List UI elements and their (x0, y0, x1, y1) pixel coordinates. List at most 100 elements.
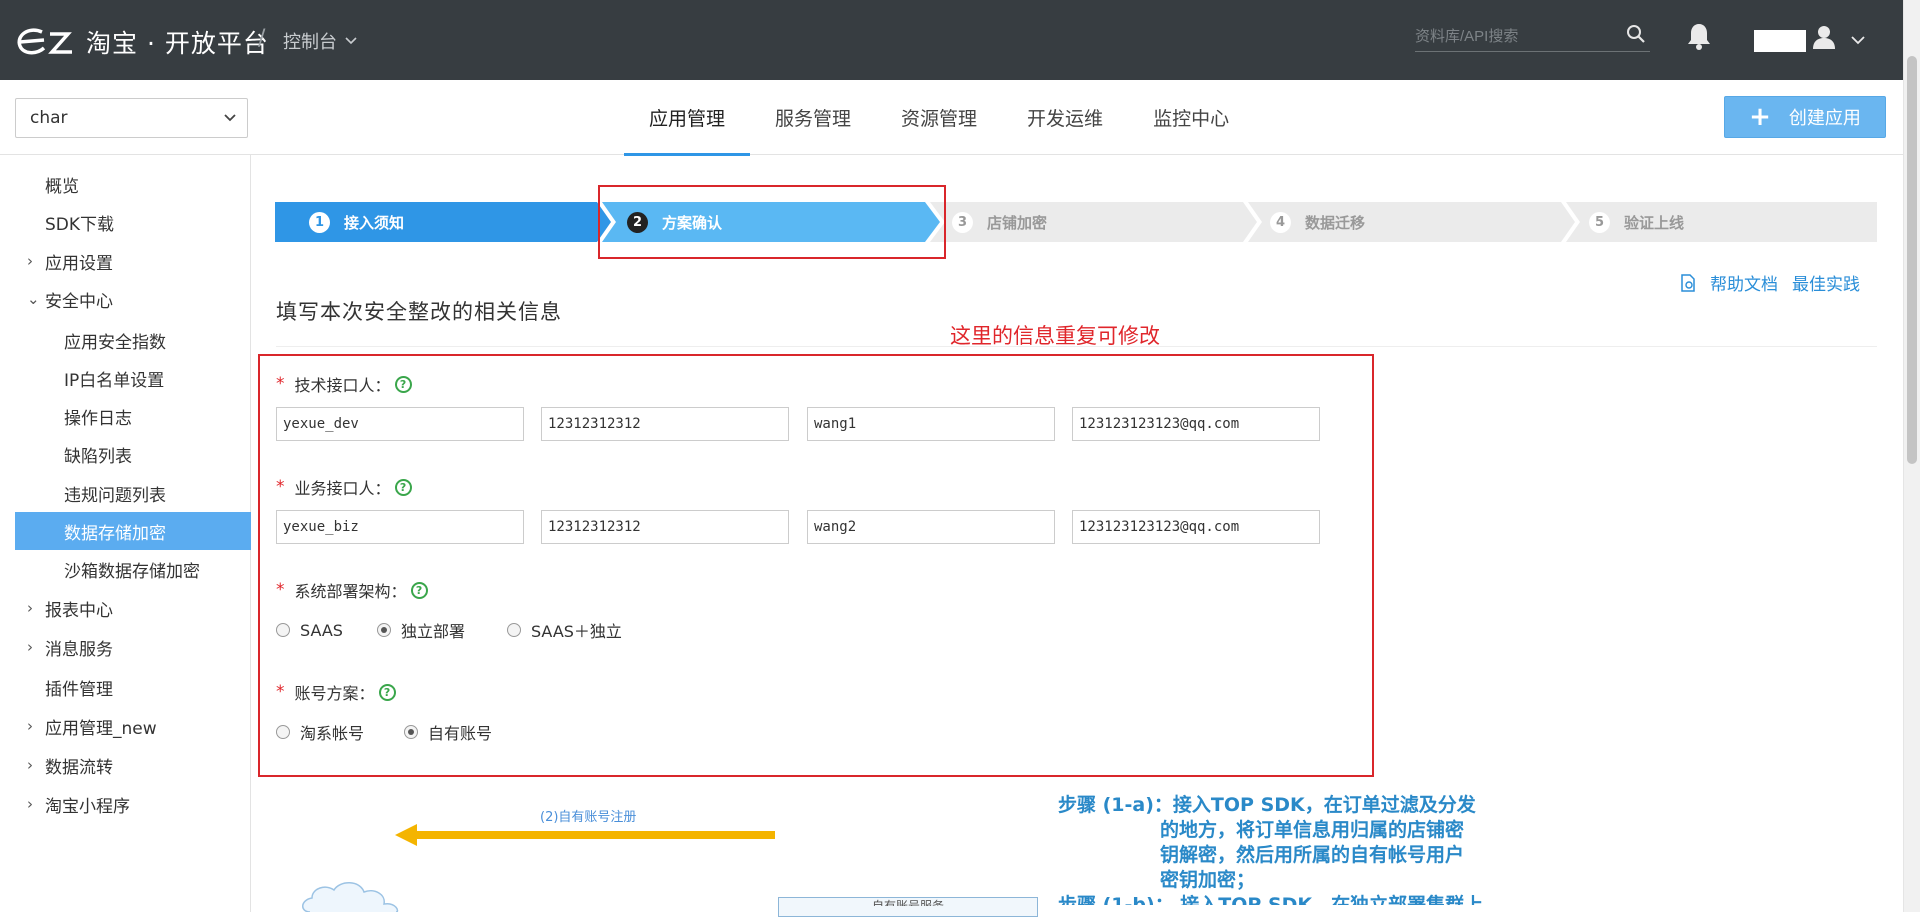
account-plan-radio-group: 淘系帐号 自有账号 (276, 720, 492, 744)
tab-resource-management[interactable]: 资源管理 (876, 80, 1002, 155)
sidebar-item-message-service[interactable]: › 消息服务 (15, 631, 251, 663)
user-avatar-icon[interactable] (1812, 24, 1836, 54)
chevron-down-icon (224, 114, 236, 122)
biz-contact-name-field[interactable]: wang2 (807, 510, 1055, 544)
help-docs-link[interactable]: 帮助文档 (1710, 270, 1778, 295)
page-scrollbar[interactable] (1903, 0, 1920, 912)
sidebar-item-overview[interactable]: 概览 (15, 168, 251, 200)
tab-devops[interactable]: 开发运维 (1002, 80, 1128, 155)
sidebar-item-data-storage-encryption[interactable]: 数据存储加密 (15, 512, 251, 550)
taobao-logo-icon (17, 28, 72, 55)
radio-saas-standalone[interactable]: SAAS＋独立 (506, 618, 622, 642)
chevron-right-icon: › (27, 599, 33, 617)
sidebar-item-ip-whitelist[interactable]: IP白名单设置 (15, 362, 251, 394)
sidebar-item-app-settings[interactable]: › 应用设置 (15, 245, 251, 277)
biz-contact-email-field[interactable]: 123123123123@qq.com (1072, 510, 1320, 544)
radio-standalone[interactable]: 独立部署 (376, 618, 465, 642)
help-question-icon[interactable]: ? (378, 683, 396, 701)
sidebar-item-label: 安全中心 (45, 291, 113, 312)
chevron-right-icon: › (27, 795, 33, 813)
sidebar-item-sdk-download[interactable]: SDK下载 (15, 206, 251, 238)
own-account-service-box: 自有账号服务 (778, 897, 1038, 917)
step-line: 钥解密，然后用所属的自有帐号用户 (1160, 844, 1465, 866)
tab-app-management[interactable]: 应用管理 (624, 80, 751, 156)
step-label: 验证上线 (1624, 213, 1685, 232)
chevron-right-icon: › (27, 756, 33, 774)
radio-own-account[interactable]: 自有账号 (404, 720, 492, 744)
section-title: 填写本次安全整改的相关信息 (276, 300, 562, 324)
step-highlight-box (598, 185, 946, 259)
tech-contact-nick-field[interactable]: yexue_dev (276, 407, 524, 441)
sidebar-item-violation-list[interactable]: 违规问题列表 (15, 477, 251, 509)
chevron-right-icon: › (27, 252, 33, 270)
sidebar-item-label: 应用安全指数 (64, 332, 166, 353)
search-input[interactable] (1415, 22, 1615, 50)
sidebar: 概览 SDK下载 › 应用设置 ⌄ 安全中心 应用安全指数 IP白名单设置 操作日志… (0, 155, 251, 912)
step-line: 的地方，将订单信息用归属的店铺密 (1160, 819, 1465, 841)
required-marker: * (276, 477, 285, 497)
step-number: 4 (1270, 211, 1291, 233)
tech-contact-email-field[interactable]: 123123123123@qq.com (1072, 407, 1320, 441)
sidebar-item-label: 消息服务 (45, 639, 113, 660)
radio-button[interactable] (404, 725, 419, 739)
sidebar-item-label: 插件管理 (45, 679, 113, 700)
radio-button[interactable] (376, 623, 391, 637)
tab-monitor-center[interactable]: 监控中心 (1128, 80, 1254, 155)
progress-steps: 1 接入须知 2 方案确认 3 店铺加密 4 数据迁移 5 验证上线 (275, 202, 1877, 242)
step-1: 1 接入须知 (309, 202, 404, 242)
app-select-dropdown[interactable]: char (15, 98, 248, 138)
sidebar-item-app-management-new[interactable]: › 应用管理_new (15, 710, 251, 742)
biz-contact-nick-field[interactable]: yexue_biz (276, 510, 524, 544)
required-marker: * (276, 580, 285, 600)
chevron-down-icon[interactable] (1851, 30, 1865, 49)
sidebar-item-taobao-miniapp[interactable]: › 淘宝小程序 (15, 788, 251, 820)
help-links: 帮助文档 最佳实践 (1680, 270, 1860, 295)
step-label: 接入须知 (344, 213, 405, 232)
help-question-icon[interactable]: ? (410, 581, 428, 599)
tab-service-management[interactable]: 服务管理 (750, 80, 876, 155)
biz-contact-label: * 业务接口人： ? (276, 475, 412, 499)
sidebar-item-operation-log[interactable]: 操作日志 (15, 400, 251, 432)
step-line: 接入TOP SDK，在订单过滤及分发 (1172, 794, 1476, 816)
sidebar-item-defect-list[interactable]: 缺陷列表 (15, 438, 251, 470)
step-3: 3 店铺加密 (952, 202, 1047, 242)
plus-icon: + (1749, 102, 1771, 132)
console-menu[interactable]: 控制台 (283, 28, 357, 54)
scrollbar-thumb[interactable] (1907, 56, 1917, 464)
tech-contact-name-field[interactable]: wang1 (807, 407, 1055, 441)
radio-button[interactable] (506, 623, 521, 637)
logo[interactable] (14, 22, 82, 62)
sidebar-item-app-security-index[interactable]: 应用安全指数 (15, 324, 251, 356)
step-title: 步骤 (1-a)： (1058, 794, 1173, 816)
sidebar-item-plugin-management[interactable]: 插件管理 (15, 671, 251, 703)
help-question-icon[interactable]: ? (394, 478, 412, 496)
best-practice-link[interactable]: 最佳实践 (1792, 270, 1860, 295)
radio-taobao-account[interactable]: 淘系帐号 (276, 720, 364, 744)
step-number: 1 (309, 211, 330, 233)
username-redacted[interactable] (1754, 30, 1806, 52)
sidebar-item-sandbox-encryption[interactable]: 沙箱数据存储加密 (15, 553, 251, 585)
help-question-icon[interactable]: ? (394, 375, 412, 393)
radio-button[interactable] (276, 623, 290, 637)
step-number: 5 (1589, 211, 1610, 233)
step-4: 4 数据迁移 (1270, 202, 1365, 242)
sidebar-item-security-center[interactable]: ⌄ 安全中心 (15, 283, 251, 315)
next-step-line: 步骤 (1-b)： 接入TOP SDK，在独立部署集群上 (1058, 894, 1484, 905)
brand-title[interactable]: 淘宝 · 开放平台 (86, 24, 269, 60)
chevron-down-icon (345, 37, 357, 45)
sidebar-item-data-flow[interactable]: › 数据流转 (15, 749, 251, 781)
radio-saas[interactable]: SAAS (276, 621, 343, 640)
top-navbar: 淘宝 · 开放平台 / 控制台 (0, 0, 1920, 80)
api-search (1415, 22, 1650, 52)
biz-contact-phone-field[interactable]: 12312312312 (541, 510, 789, 544)
tech-contact-phone-field[interactable]: 12312312312 (541, 407, 789, 441)
main-navbar: char 应用管理 服务管理 资源管理 开发运维 监控中心 + 创建应用 (0, 80, 1920, 156)
radio-label: 淘系帐号 (300, 724, 365, 743)
sidebar-item-report-center[interactable]: › 报表中心 (15, 592, 251, 624)
required-marker: * (276, 374, 285, 394)
radio-button[interactable] (276, 725, 290, 739)
search-icon[interactable] (1626, 24, 1646, 48)
step-5: 5 验证上线 (1589, 202, 1684, 242)
bell-icon[interactable] (1686, 22, 1712, 54)
create-app-button[interactable]: + 创建应用 (1724, 96, 1886, 138)
